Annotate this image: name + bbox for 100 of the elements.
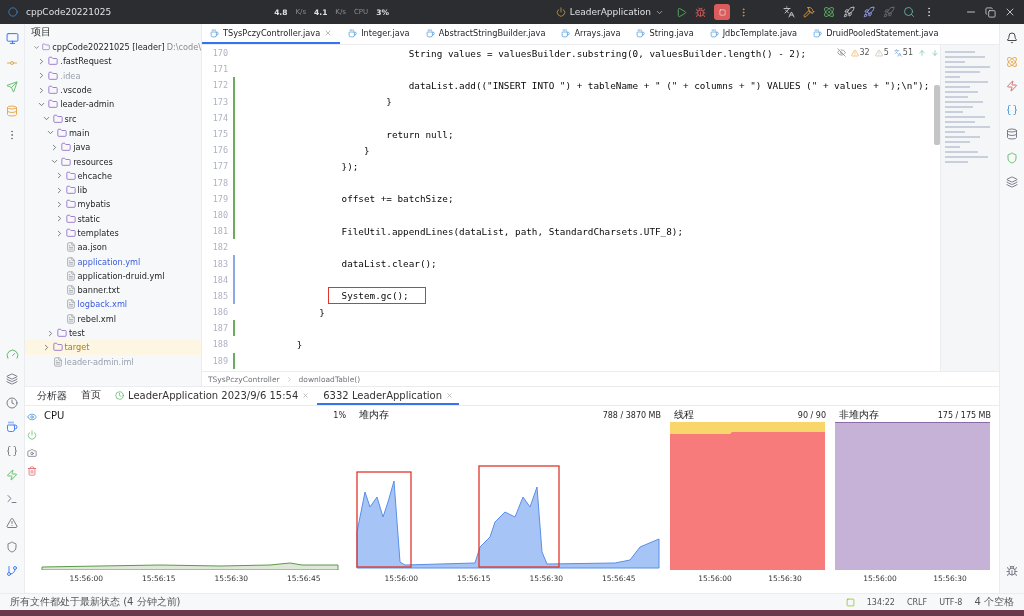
line-ending[interactable]: CRLF <box>906 597 928 607</box>
gauge-icon[interactable] <box>5 348 19 361</box>
editor-tab[interactable]: Arrays.java <box>553 24 629 44</box>
power-icon[interactable] <box>26 430 37 440</box>
editor-tab[interactable]: AbstractStringBuilder.java <box>417 24 554 44</box>
tree-item[interactable]: .fastRequest <box>25 54 201 69</box>
rocket-icon[interactable] <box>863 6 875 18</box>
chevron-down-icon[interactable] <box>50 157 60 166</box>
tree-item[interactable]: test <box>25 325 201 341</box>
warning-icon <box>850 48 859 57</box>
tree-item[interactable]: java <box>25 140 201 155</box>
clock-icon[interactable] <box>6 397 18 409</box>
monitor-icon[interactable] <box>5 32 19 45</box>
close-icon[interactable] <box>1004 6 1016 18</box>
tree-label: application.yml <box>77 256 141 267</box>
line-number: 170 <box>211 48 228 59</box>
profiler-tab[interactable]: LeaderApplication 2023/9/6 15:54 <box>109 387 316 405</box>
profiler-tab[interactable]: 首页 <box>75 387 107 405</box>
tree-item[interactable]: cppCode20221025 [leader] D:\code\ <box>25 40 201 55</box>
eye-icon[interactable] <box>26 412 37 422</box>
tree-item[interactable]: application-druid.yml <box>25 268 201 284</box>
power-icon[interactable] <box>555 7 566 17</box>
run-icon[interactable] <box>676 6 687 18</box>
chart-reading: 175 / 175 MB <box>937 410 991 420</box>
tree-label: banner.txt <box>77 285 120 296</box>
profiler-tab[interactable]: 6332 LeaderApplication <box>317 387 460 405</box>
file-encoding[interactable]: UTF-8 <box>939 597 963 607</box>
atom-icon[interactable] <box>823 6 835 18</box>
tree-item[interactable]: src <box>25 111 201 126</box>
warning-icon[interactable] <box>6 517 18 529</box>
chart-reading: 788 / 3870 MB <box>602 410 661 420</box>
tree-item[interactable]: resources <box>25 154 201 169</box>
editor-tab[interactable]: DruidPooledStatement.java <box>805 24 947 44</box>
tree-label: aa.json <box>77 242 107 253</box>
weak-warning-count[interactable]: 5 <box>874 48 889 57</box>
translate-icon[interactable] <box>783 6 795 18</box>
shield-icon[interactable] <box>1006 152 1018 164</box>
braces-icon[interactable] <box>6 445 18 457</box>
indent-setting[interactable]: 4 个空格 <box>974 595 1014 609</box>
panel-title[interactable]: 项目 <box>25 24 201 40</box>
hammer-icon[interactable] <box>803 6 815 18</box>
tree-label: leader-admin <box>60 99 115 110</box>
debug-icon[interactable] <box>695 6 706 18</box>
square-icon[interactable] <box>845 597 855 607</box>
lightning-icon[interactable] <box>6 469 18 481</box>
line-number: 172 <box>211 80 228 91</box>
bell-icon[interactable] <box>1006 32 1018 44</box>
run-configuration[interactable]: LeaderApplication <box>551 5 668 19</box>
layers-icon[interactable] <box>1006 176 1018 188</box>
search-icon[interactable] <box>903 6 915 18</box>
git-branch-icon[interactable] <box>6 565 18 577</box>
tree-item[interactable]: static <box>25 211 201 226</box>
code-line: FileUtil.appendLines(dataList, path, StandardCharsets.UTF_8); <box>340 225 683 237</box>
editor-tab[interactable]: TSysPczyController.java <box>202 24 341 44</box>
tree-item[interactable]: leader-admin <box>25 97 201 112</box>
tree-item[interactable]: mybatis <box>25 197 201 212</box>
tree-item[interactable]: aa.json <box>25 240 201 255</box>
camera-icon[interactable] <box>26 448 37 458</box>
tree-item[interactable]: banner.txt <box>25 283 201 298</box>
terminal-icon[interactable] <box>6 493 18 505</box>
line-number: 180 <box>211 209 228 220</box>
line-number: 171 <box>211 64 228 75</box>
tree-item[interactable]: templates <box>25 225 201 241</box>
typo-count[interactable]: 51 <box>893 48 913 57</box>
restore-icon[interactable] <box>985 6 996 18</box>
editor-tab[interactable]: Integer.java <box>340 24 418 44</box>
tree-item[interactable]: target <box>25 340 201 355</box>
caret-position[interactable]: 134:22 <box>866 597 895 607</box>
database-icon[interactable] <box>1006 128 1018 140</box>
warning-count[interactable]: 32 <box>850 48 870 57</box>
tree-label: .idea <box>60 70 81 81</box>
tree-item[interactable]: application.yml <box>25 254 201 269</box>
bug-icon[interactable] <box>1006 565 1018 577</box>
database-icon[interactable] <box>6 105 18 117</box>
chart-reading: 1% <box>333 410 346 420</box>
layers-icon[interactable] <box>6 373 18 385</box>
shield-icon[interactable] <box>6 541 18 553</box>
eye-off-icon[interactable] <box>836 48 846 57</box>
tree-item[interactable]: .vscode <box>25 82 201 98</box>
line-number: 176 <box>211 145 228 156</box>
editor-tab[interactable]: JdbcTemplate.java <box>701 24 806 44</box>
tree-item[interactable]: logback.xml <box>25 297 201 312</box>
stop-button[interactable] <box>714 4 730 20</box>
tree-item[interactable]: rebel.xml <box>25 311 201 326</box>
tree-item[interactable]: ehcache <box>25 168 201 183</box>
trash-icon[interactable] <box>26 466 37 476</box>
tree-item[interactable]: lib <box>25 182 201 198</box>
project-name[interactable]: cppCode20221025 <box>26 7 112 17</box>
braces-icon[interactable] <box>1006 104 1018 116</box>
scrollbar-thumb[interactable] <box>934 85 940 145</box>
chart-title: 非堆内存 <box>839 408 879 422</box>
line-number: 183 <box>211 258 228 269</box>
rocket-icon[interactable] <box>843 6 855 18</box>
arrow-up-icon[interactable] <box>918 48 926 57</box>
tree-item[interactable]: main <box>25 125 201 141</box>
plane-icon[interactable] <box>6 81 18 93</box>
lightning-icon[interactable] <box>1006 80 1018 92</box>
editor-tab[interactable]: String.java <box>628 24 702 44</box>
coffee-icon[interactable] <box>6 421 18 433</box>
code-line: } <box>362 144 370 156</box>
